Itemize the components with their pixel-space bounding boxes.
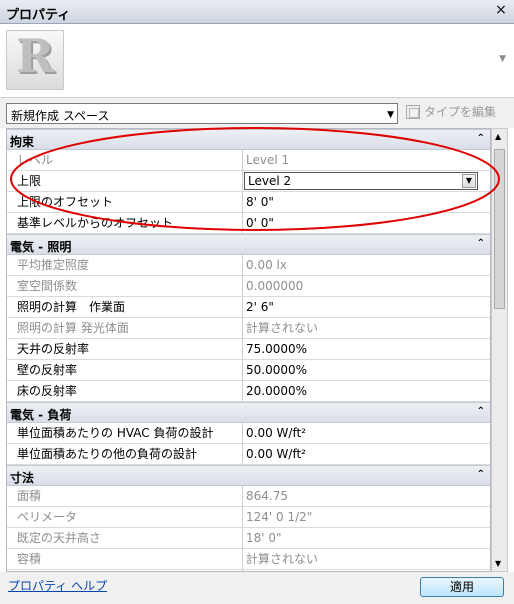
property-value: 0.00 lx — [246, 258, 287, 272]
chevron-down-icon[interactable]: ▼ — [387, 110, 394, 120]
property-value[interactable]: 2' 6" — [244, 297, 490, 317]
property-name: 単位面積あたりの他の負荷の設計 — [7, 444, 243, 464]
property-name: 照明の計算 発光体面 — [7, 318, 243, 338]
property-value: Level 2 — [248, 174, 292, 188]
scroll-down-icon[interactable]: ▼ — [495, 559, 501, 568]
type-selector[interactable]: 新規作成 スペース ▼ — [6, 103, 398, 124]
property-value: 計算されない — [246, 321, 319, 335]
type-bar: 新規作成 スペース ▼ タイプを編集 — [0, 98, 514, 128]
property-value[interactable]: 0' 0" — [244, 213, 490, 233]
property-row: 照明の計算 発光体面 計算されない — [7, 318, 490, 339]
edit-type-icon — [406, 104, 420, 119]
property-row: 天井の反射率 75.0000% — [7, 339, 490, 360]
group-name: 拘束 — [10, 135, 35, 149]
chevron-down-icon[interactable]: ▼ — [462, 174, 476, 188]
scroll-up-icon[interactable]: ▲ — [495, 132, 501, 141]
scrollbar-thumb[interactable] — [494, 149, 505, 309]
type-selector-value: 新規作成 スペース — [11, 109, 110, 123]
property-value: 864.75 — [246, 489, 288, 503]
property-row: 面積 864.75 — [7, 486, 490, 507]
apply-button[interactable]: 適用 — [420, 577, 504, 597]
type-preview-panel: R ▼ — [0, 24, 514, 98]
group-name: 電気 - 負荷 — [10, 408, 72, 422]
property-row: 壁の反射率 50.0000% — [7, 360, 490, 381]
footer: プロパティ ヘルプ 適用 — [0, 572, 514, 604]
property-value[interactable]: 0.00 W/ft² — [244, 423, 490, 443]
property-name: 天井の反射率 — [7, 339, 243, 359]
property-name: 基準レベルからのオフセット — [7, 213, 243, 233]
property-name: 上限 — [7, 171, 243, 191]
property-value[interactable]: 20.0000% — [244, 381, 490, 401]
property-value: 0.000000 — [246, 279, 304, 293]
property-row: 単位面積あたりの HVAC 負荷の設計 0.00 W/ft² — [7, 423, 490, 444]
property-name: 照明の計算 作業面 — [7, 297, 243, 317]
properties-help-link[interactable]: プロパティ ヘルプ — [8, 577, 107, 594]
group-header[interactable]: 電気 - 負荷 ⌃ — [7, 402, 490, 423]
revit-logo: R — [6, 29, 64, 90]
property-row: 床の反射率 20.0000% — [7, 381, 490, 402]
collapse-icon[interactable]: ⌃ — [477, 406, 485, 417]
property-name: ペリメータ — [7, 507, 243, 527]
property-value: 124' 0 1/2" — [246, 510, 313, 524]
preview-scroll-icon[interactable]: ▼ — [499, 54, 506, 64]
property-row: 室空間係数 0.000000 — [7, 276, 490, 297]
vertical-scrollbar[interactable]: ▲ ▼ — [491, 128, 508, 572]
property-row: 上限 Level 2 ▼ — [7, 171, 490, 192]
property-row: 単位面積あたりの他の負荷の設計 0.00 W/ft² — [7, 444, 490, 465]
property-name: 面積 — [7, 486, 243, 506]
property-name: 床の反射率 — [7, 381, 243, 401]
group-header[interactable]: 寸法 ⌃ — [7, 465, 490, 486]
edit-type-button[interactable]: タイプを編集 — [406, 103, 496, 124]
edit-type-label: タイプを編集 — [424, 105, 497, 119]
close-icon[interactable]: × — [494, 3, 508, 17]
group-name: 寸法 — [10, 471, 35, 485]
property-row: 照明の計算 作業面 2' 6" — [7, 297, 490, 318]
property-name: 既定の天井高さ — [7, 528, 243, 548]
window-title: プロパティ — [6, 8, 71, 23]
property-value-dropdown[interactable]: Level 2 ▼ — [244, 172, 478, 190]
collapse-icon[interactable]: ⌃ — [477, 238, 485, 249]
property-row: 既定の天井高さ 18' 0" — [7, 528, 490, 549]
property-value: 18' 0" — [246, 531, 282, 545]
property-name: 単位面積あたりの HVAC 負荷の設計 — [7, 423, 243, 443]
property-row: 基準レベルからのオフセット 0' 0" — [7, 213, 490, 234]
property-row: 容積 計算されない — [7, 549, 490, 570]
collapse-icon[interactable]: ⌃ — [477, 469, 485, 480]
property-value: 計算されない — [246, 552, 319, 566]
property-name: 壁の反射率 — [7, 360, 243, 380]
title-bar: プロパティ × — [0, 0, 514, 24]
property-name: 室空間係数 — [7, 276, 243, 296]
property-row: ペリメータ 124' 0 1/2" — [7, 507, 490, 528]
collapse-icon[interactable]: ⌃ — [477, 133, 485, 144]
property-value[interactable]: 8' 0" — [244, 192, 490, 212]
property-row: 平均推定照度 0.00 lx — [7, 255, 490, 276]
property-value[interactable]: 75.0000% — [244, 339, 490, 359]
property-value[interactable]: 50.0000% — [244, 360, 490, 380]
property-name: 容積 — [7, 549, 243, 569]
property-name: レベル — [7, 150, 243, 170]
property-value[interactable]: 0.00 W/ft² — [244, 444, 490, 464]
property-row: 上限のオフセット 8' 0" — [7, 192, 490, 213]
group-header[interactable]: 電気 - 照明 ⌃ — [7, 234, 490, 255]
group-header[interactable]: 拘束 ⌃ — [7, 129, 490, 150]
property-value: Level 1 — [246, 153, 290, 167]
properties-grid: 拘束 ⌃ レベル Level 1 上限 Level 2 ▼ 上限のオフセット 8' 0" 基準レベ… — [6, 128, 491, 572]
property-row: レベル Level 1 — [7, 150, 490, 171]
group-name: 電気 - 照明 — [10, 240, 72, 254]
property-name: 平均推定照度 — [7, 255, 243, 275]
property-name: 上限のオフセット — [7, 192, 243, 212]
